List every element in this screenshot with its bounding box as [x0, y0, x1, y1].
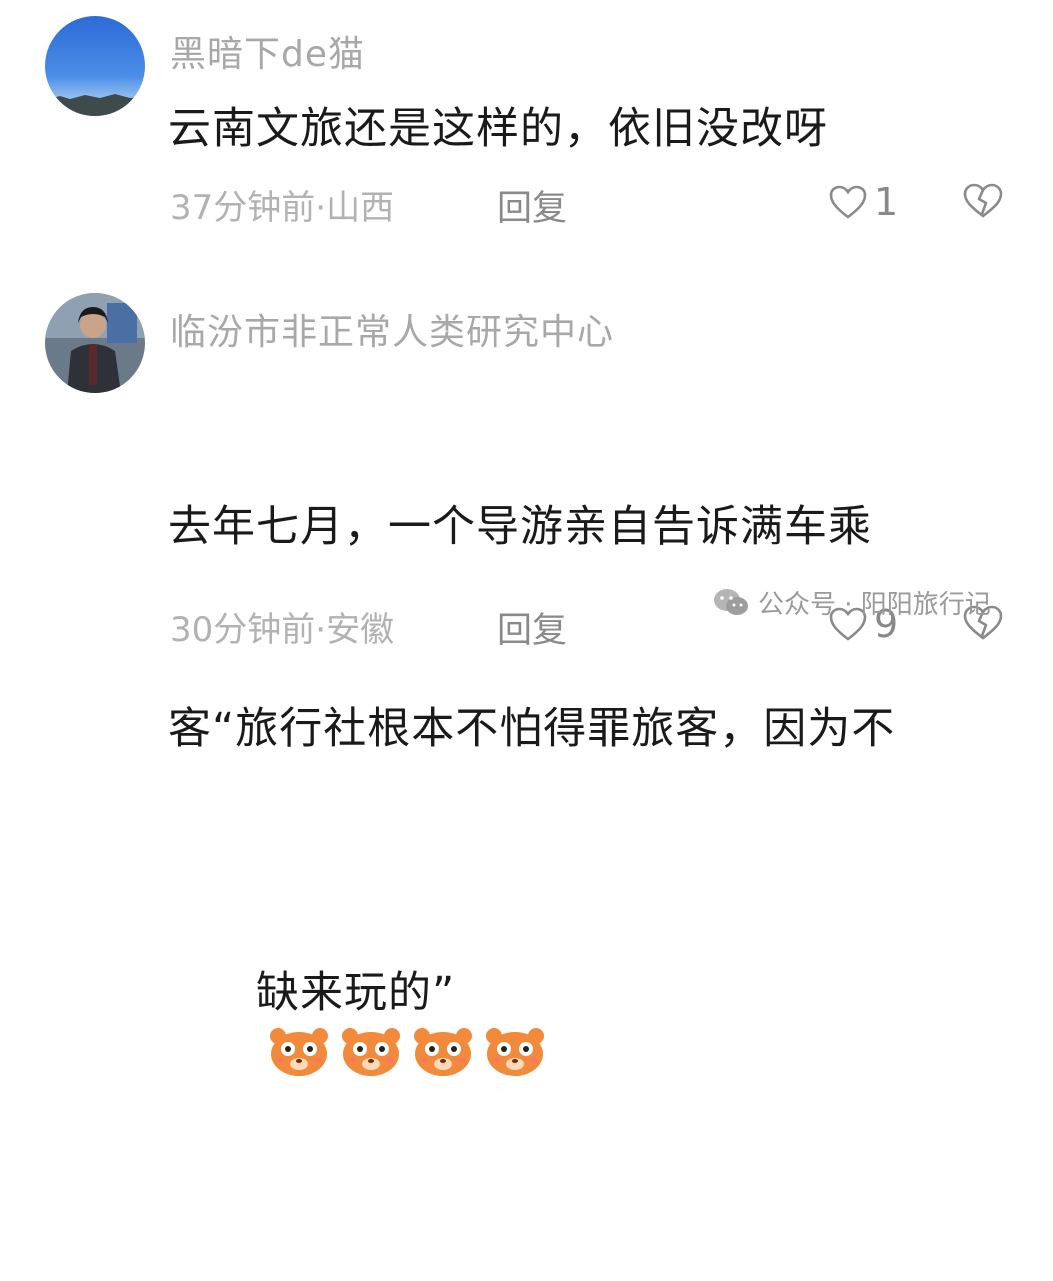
bear-face-emoji: [268, 1024, 330, 1095]
bear-face-emoji: [484, 1024, 546, 1095]
broken-heart-icon: [963, 183, 1003, 218]
comment-text-line: 去年七月，一个导游亲自告诉满车乘: [168, 502, 872, 552]
like-button[interactable]: 1: [828, 180, 898, 224]
emoji-group: [268, 1024, 546, 1095]
comment-text-line: 缺来玩的”: [168, 900, 1028, 1157]
comment-text-line: 客“旅行社根本不怕得罪旅客，因为不: [168, 704, 896, 754]
bear-face-emoji: [412, 1024, 474, 1095]
watermark: 公众号 · 阳阳旅行记: [712, 584, 991, 621]
dislike-button[interactable]: [962, 182, 1004, 224]
reply-button[interactable]: 回复: [497, 602, 567, 653]
comment-timestamp-location: 37分钟前·山西: [170, 188, 395, 228]
comment-text: 去年七月，一个导游亲自告诉满车乘 客“旅行社根本不怕得罪旅客，因为不 缺来玩的”: [168, 372, 1028, 1281]
comment-username[interactable]: 黑暗下de猫: [170, 25, 365, 77]
reply-button[interactable]: 回复: [497, 180, 567, 231]
avatar[interactable]: [45, 16, 145, 116]
bear-face-emoji: [340, 1024, 402, 1095]
comment-text: 云南文旅还是这样的，依旧没改呀: [168, 104, 828, 154]
watermark-text: 公众号 · 阳阳旅行记: [758, 590, 991, 620]
comment-text-fragment: 缺来玩的”: [256, 968, 456, 1018]
avatar[interactable]: [45, 293, 145, 393]
like-count: 1: [874, 180, 899, 224]
comment-item: 黑暗下de猫 云南文旅还是这样的，依旧没改呀 37分钟前·山西 回复 1: [0, 0, 1053, 250]
heart-outline-icon: [829, 185, 867, 219]
comment-username[interactable]: 临汾市非正常人类研究中心: [170, 303, 614, 355]
wechat-icon: [714, 588, 748, 615]
